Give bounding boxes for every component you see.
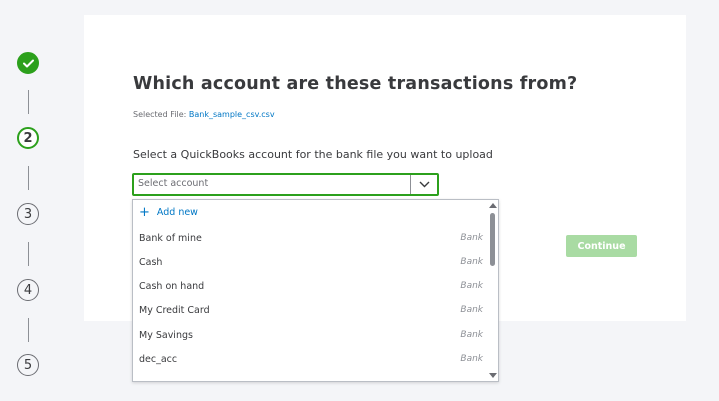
account-option-name: My Savings bbox=[139, 329, 193, 341]
account-option[interactable]: My Credit Card Bank bbox=[133, 300, 489, 320]
step-1-complete bbox=[17, 52, 39, 74]
step-2-current: 2 bbox=[17, 127, 39, 149]
selected-file-info: Selected File: Bank_sample_csv.csv bbox=[133, 110, 275, 119]
step-connector bbox=[28, 242, 29, 266]
scrollbar-thumb[interactable] bbox=[490, 213, 495, 266]
plus-icon: + bbox=[139, 204, 150, 220]
account-option-name: My Credit Card bbox=[139, 304, 210, 316]
step-connector bbox=[28, 166, 29, 190]
account-select-toggle[interactable] bbox=[410, 175, 437, 194]
step-3: 3 bbox=[17, 203, 39, 225]
page-title: Which account are these transactions fro… bbox=[133, 74, 578, 94]
add-new-label: Add new bbox=[156, 207, 198, 218]
account-option-name: Cash on hand bbox=[139, 280, 205, 292]
account-option-type: Bank bbox=[460, 305, 483, 315]
account-option-name: Cash bbox=[139, 256, 163, 268]
account-option-name: Bank of mine bbox=[139, 232, 202, 244]
account-select-prompt: Select a QuickBooks account for the bank… bbox=[133, 148, 493, 161]
continue-button[interactable]: Continue bbox=[566, 235, 637, 257]
account-dropdown-list[interactable]: + Add new Bank of mine Bank Cash Bank Ca… bbox=[132, 199, 499, 382]
account-select[interactable] bbox=[132, 173, 439, 196]
account-option-type: Bank bbox=[460, 233, 483, 243]
scroll-down-arrow-icon[interactable] bbox=[489, 373, 497, 378]
account-option-type: Bank bbox=[460, 330, 483, 340]
account-option-type: Bank bbox=[460, 354, 483, 364]
chevron-down-icon bbox=[419, 181, 429, 188]
selected-file-name: Bank_sample_csv.csv bbox=[188, 110, 275, 119]
add-new-account-option[interactable]: + Add new bbox=[139, 204, 198, 220]
step-5: 5 bbox=[17, 354, 39, 376]
step-4: 4 bbox=[17, 279, 39, 301]
account-option[interactable]: Bank of mine Bank bbox=[133, 228, 489, 248]
selected-file-label: Selected File: bbox=[133, 110, 187, 119]
account-option[interactable]: Cash on hand Bank bbox=[133, 276, 489, 296]
account-option[interactable]: My Savings Bank bbox=[133, 325, 489, 345]
account-option[interactable]: Cash Bank bbox=[133, 252, 489, 272]
account-option-type: Bank bbox=[460, 257, 483, 267]
dropdown-scrollbar[interactable] bbox=[487, 200, 498, 381]
account-option-name: dec_acc bbox=[139, 353, 178, 365]
step-connector bbox=[28, 318, 29, 342]
step-connector bbox=[28, 90, 29, 114]
account-select-input[interactable] bbox=[138, 178, 403, 189]
progress-stepper: 2 3 4 5 bbox=[0, 0, 60, 401]
scroll-up-arrow-icon[interactable] bbox=[489, 203, 497, 208]
account-option-type: Bank bbox=[460, 281, 483, 291]
account-option[interactable]: dec_acc Bank bbox=[133, 349, 489, 369]
checkmark-icon bbox=[22, 59, 34, 67]
